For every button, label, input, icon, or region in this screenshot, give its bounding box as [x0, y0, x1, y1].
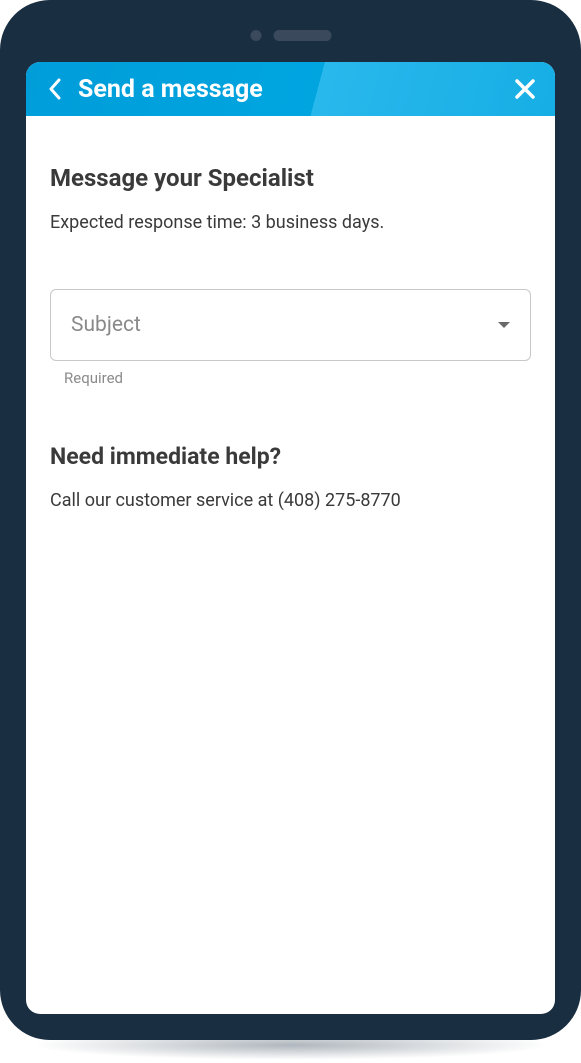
required-label: Required: [50, 369, 531, 387]
subject-select[interactable]: Subject: [50, 289, 531, 361]
help-heading: Need immediate help?: [50, 443, 531, 470]
speaker-bar: [273, 30, 331, 41]
phone-speaker: [250, 30, 331, 41]
help-text: Call our customer service at (408) 275-8…: [50, 490, 531, 511]
close-icon[interactable]: [511, 75, 539, 103]
header-title: Send a message: [78, 75, 511, 104]
subject-placeholder: Subject: [71, 313, 141, 337]
chevron-down-icon: [498, 322, 510, 328]
speaker-dot: [250, 30, 261, 41]
screen: Send a message Message your Specialist E…: [26, 62, 555, 1014]
subject-select-container: Subject: [50, 289, 531, 361]
back-icon[interactable]: [42, 77, 66, 101]
header-bar: Send a message: [26, 62, 555, 116]
response-time-text: Expected response time: 3 business days.: [50, 212, 531, 233]
content-area: Message your Specialist Expected respons…: [26, 116, 555, 535]
phone-frame: Send a message Message your Specialist E…: [0, 0, 581, 1040]
page-heading: Message your Specialist: [50, 164, 531, 192]
